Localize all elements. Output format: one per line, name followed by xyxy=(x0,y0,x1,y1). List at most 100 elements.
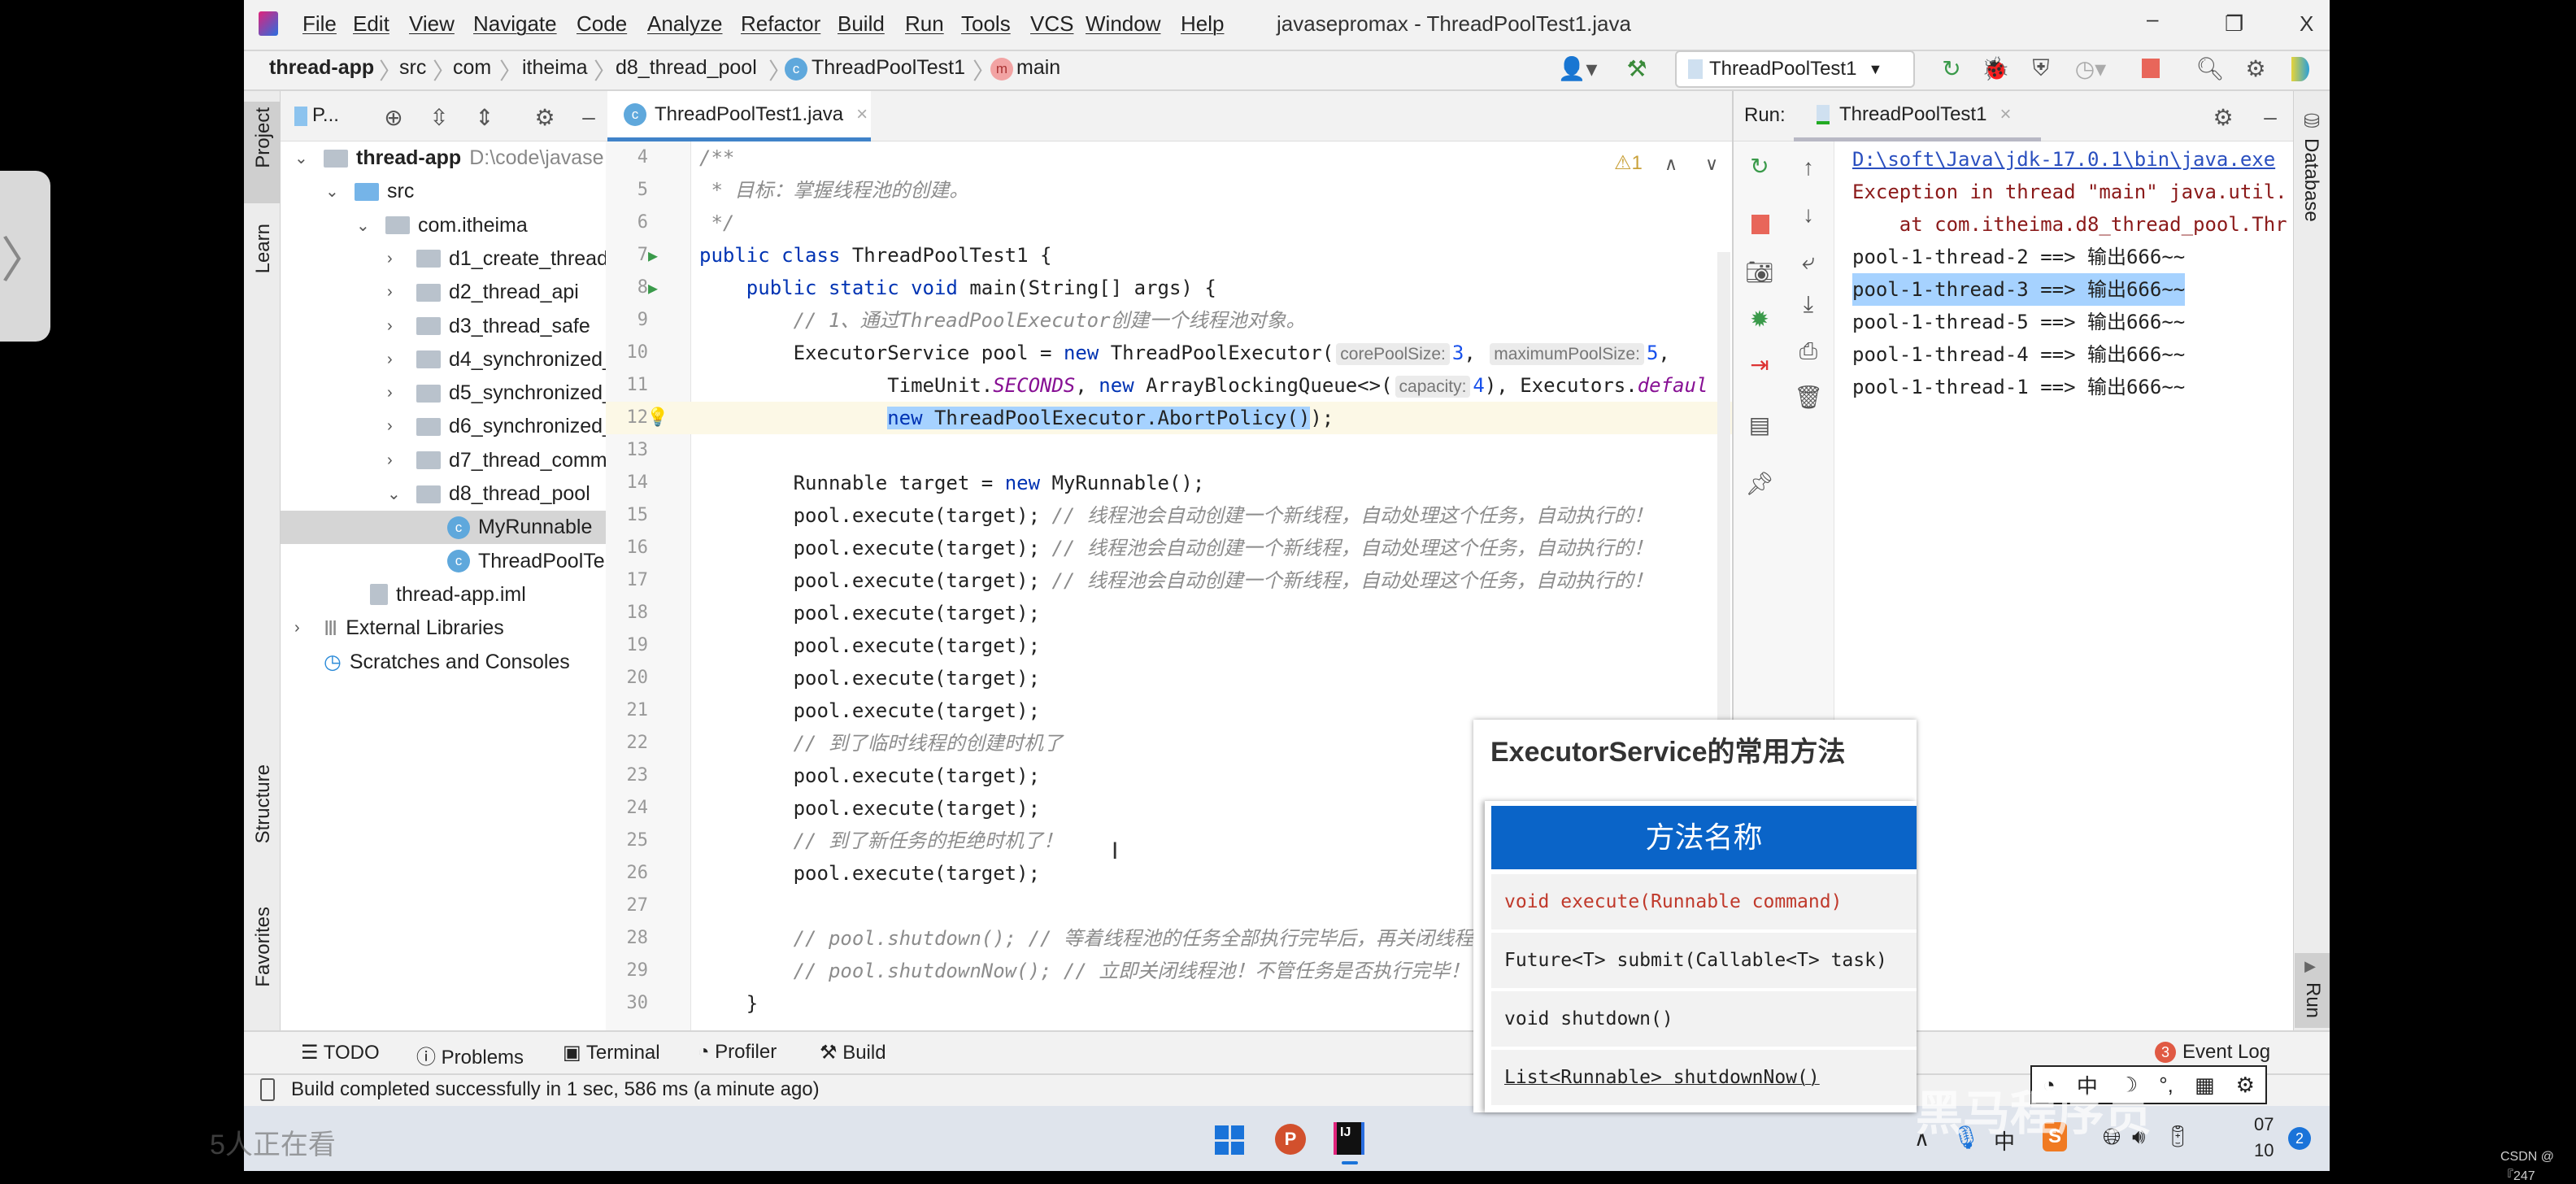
rerun-icon[interactable]: ↻ xyxy=(1745,151,1774,181)
console-line[interactable]: D:\soft\Java\jdk-17.0.1\bin\java.exe xyxy=(1852,143,2275,176)
tab-threadpooltest1[interactable]: c ThreadPoolTest1.java × xyxy=(607,91,871,141)
code-line[interactable]: 6 */ xyxy=(606,207,1732,239)
warning-indicator[interactable]: ⚠1 xyxy=(1614,151,1643,175)
run-gutter-icon[interactable]: ▶ xyxy=(648,272,658,304)
project-view-selector[interactable]: P... xyxy=(312,104,339,127)
tree-item[interactable]: › Ⅲ External Libraries xyxy=(281,612,606,645)
restore-button[interactable]: ❐ xyxy=(2225,11,2243,37)
hide-panel-icon[interactable]: – xyxy=(2256,102,2285,132)
menu-analyze[interactable]: Analyze xyxy=(647,11,723,37)
chevron-right-icon[interactable]: › xyxy=(387,317,407,336)
code-line[interactable]: 18 pool.execute(target); xyxy=(606,597,1732,629)
stripe-favorites[interactable]: Favorites xyxy=(252,907,275,987)
close-tab-icon[interactable]: × xyxy=(856,103,868,126)
debug-bug-icon[interactable]: ✹ xyxy=(1745,304,1774,333)
code-line[interactable]: 7 ▶ public class ThreadPoolTest1 { xyxy=(606,239,1732,272)
windows-start-icon[interactable] xyxy=(1215,1125,1244,1155)
tree-item[interactable]: c ThreadPoolTe xyxy=(281,545,606,578)
clock-top[interactable]: 07 xyxy=(2254,1114,2274,1135)
code-line[interactable]: 5 * 目标：掌握线程池的创建。 xyxy=(606,174,1732,207)
tab-problems[interactable]: ⓘ Problems xyxy=(416,1041,524,1069)
profiler-icon[interactable]: ◷▾ xyxy=(2070,54,2111,83)
run-tab[interactable]: ThreadPoolTest1 × xyxy=(1794,91,2041,141)
expand-all-icon[interactable]: ⇳ xyxy=(424,102,454,132)
soft-wrap-icon[interactable]: ⤶ xyxy=(1794,247,1823,276)
crumb-src[interactable]: src xyxy=(399,56,426,80)
menu-tools[interactable]: Tools xyxy=(961,11,1011,37)
battery-icon[interactable]: 🔋︎ xyxy=(2165,1124,2191,1149)
prev-highlight-icon[interactable]: ∧ xyxy=(1659,150,1683,179)
chevron-right-icon[interactable]: › xyxy=(387,283,407,302)
chevron-down-icon[interactable]: ⌄ xyxy=(356,215,376,236)
stripe-database[interactable]: Database xyxy=(2300,138,2322,222)
code-line[interactable]: 13 xyxy=(606,434,1732,467)
menu-file[interactable]: File xyxy=(302,11,337,37)
chevron-right-icon[interactable]: › xyxy=(387,417,407,436)
code-line[interactable]: 10 ExecutorService pool = new ThreadPool… xyxy=(606,337,1732,369)
code-line[interactable]: 4 /** xyxy=(606,141,1732,174)
code-line[interactable]: 8 ▶ public static void main(String[] args… xyxy=(606,272,1732,304)
next-highlight-icon[interactable]: ∨ xyxy=(1699,150,1724,179)
code-line[interactable]: 15 pool.execute(target); // 线程池会自动创建一个新线… xyxy=(606,499,1732,532)
tree-item[interactable]: › d4_synchronized_ xyxy=(281,343,606,377)
chevron-right-icon[interactable]: › xyxy=(387,384,407,403)
crumb-com[interactable]: com xyxy=(453,56,491,80)
search-icon[interactable]: 🔍︎ xyxy=(2195,54,2225,83)
user-icon[interactable]: 👤▾ xyxy=(1557,54,1598,83)
tree-item[interactable]: ⌄ thread-app D:\code\javase xyxy=(281,141,606,175)
gear-icon[interactable]: ⚙ xyxy=(2241,54,2270,83)
code-line[interactable]: 19 pool.execute(target); xyxy=(606,629,1732,662)
menu-window[interactable]: Window xyxy=(1086,11,1160,37)
code-line[interactable]: 11 TimeUnit.SECONDS, new ArrayBlockingQu… xyxy=(606,369,1732,402)
crumb-package[interactable]: d8_thread_pool xyxy=(616,56,757,80)
ime-punct-icon[interactable]: °, xyxy=(2159,1073,2174,1098)
stripe-run[interactable]: Run xyxy=(2301,982,2324,1018)
clock-bottom[interactable]: 10 xyxy=(2254,1140,2274,1161)
layout-icon[interactable]: ▤ xyxy=(1745,410,1774,439)
code-line[interactable]: 14 Runnable target = new MyRunnable(); xyxy=(606,467,1732,499)
menu-vcs[interactable]: VCS xyxy=(1030,11,1073,37)
code-line[interactable]: 12 💡 new ThreadPoolExecutor.AbortPolicy()… xyxy=(606,402,1732,434)
run-gutter-icon[interactable]: ▶ xyxy=(648,239,658,272)
ime-settings-icon[interactable]: ⚙ xyxy=(2236,1073,2255,1098)
gear-icon[interactable]: ⚙ xyxy=(530,102,559,132)
exit-icon[interactable]: ⇥ xyxy=(1745,350,1774,379)
side-handle[interactable]: 〉 xyxy=(0,171,50,342)
stripe-project[interactable]: Project xyxy=(252,107,275,168)
status-layout-icon[interactable] xyxy=(260,1078,275,1101)
tab-profiler[interactable]: ◔ Profiler xyxy=(698,1041,777,1064)
tree-item[interactable]: › d7_thread_comm xyxy=(281,444,606,477)
close-run-tab-icon[interactable]: × xyxy=(1999,103,2011,126)
crumb-method[interactable]: main xyxy=(1016,56,1060,80)
minimize-panel-icon[interactable]: – xyxy=(574,102,603,132)
down-arrow-icon[interactable]: ↓ xyxy=(1794,200,1823,229)
tree-item[interactable]: ◷ Scratches and Consoles xyxy=(281,646,606,679)
locate-icon[interactable]: ⊕ xyxy=(379,102,408,132)
menu-edit[interactable]: Edit xyxy=(353,11,389,37)
chevron-down-icon[interactable]: ⌄ xyxy=(294,148,314,168)
menu-navigate[interactable]: Navigate xyxy=(473,11,557,37)
collapse-all-icon[interactable]: ⇕ xyxy=(470,102,499,132)
crumb-itheima[interactable]: itheima xyxy=(522,56,588,80)
intellij-taskbar-icon[interactable]: IJ xyxy=(1334,1122,1364,1155)
stop-icon[interactable] xyxy=(2142,59,2160,78)
up-arrow-icon[interactable]: ↑ xyxy=(1794,153,1823,182)
code-line[interactable]: 17 pool.execute(target); // 线程池会自动创建一个新线… xyxy=(606,564,1732,597)
tree-item[interactable]: ⌄ com.itheima xyxy=(281,209,606,242)
tree-item[interactable]: › d5_synchronized_ xyxy=(281,377,606,410)
powerpoint-icon[interactable]: P xyxy=(1275,1124,1306,1155)
trash-icon[interactable]: 🗑︎ xyxy=(1794,382,1823,411)
ime-keyboard-icon[interactable]: ▦ xyxy=(2195,1073,2215,1098)
build-hammer-icon[interactable]: ⚒ xyxy=(1622,54,1651,83)
tab-terminal[interactable]: ▣ Terminal xyxy=(563,1041,660,1064)
menu-build[interactable]: Build xyxy=(838,11,885,37)
menu-refactor[interactable]: Refactor xyxy=(741,11,820,37)
debug-bug-icon[interactable]: 🐞 xyxy=(1981,54,2010,83)
chevron-down-icon[interactable]: ⌄ xyxy=(325,181,345,202)
stripe-learn[interactable]: Learn xyxy=(252,224,275,273)
chevron-right-icon[interactable]: › xyxy=(294,619,314,638)
coverage-icon[interactable]: ⛨ xyxy=(2026,54,2056,83)
run-config-dropdown[interactable]: ThreadPoolTest1 ▼ xyxy=(1675,50,1915,88)
chevron-right-icon[interactable]: › xyxy=(387,451,407,470)
code-line[interactable]: 20 pool.execute(target); xyxy=(606,662,1732,694)
